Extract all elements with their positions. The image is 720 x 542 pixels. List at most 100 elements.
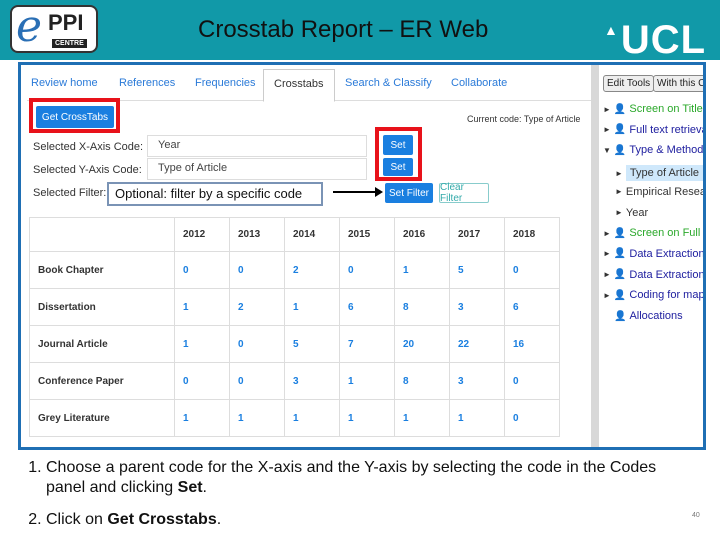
- cell-count[interactable]: 2: [284, 251, 340, 289]
- cell-count[interactable]: 8: [394, 288, 450, 326]
- table-row: Book Chapter 0 0 2 0 1 5 0: [29, 251, 560, 289]
- set-filter-button[interactable]: Set Filter: [385, 183, 433, 203]
- caret-right-icon[interactable]: ►: [603, 125, 611, 134]
- cell-count[interactable]: 0: [229, 362, 285, 400]
- code-item[interactable]: 👤 Allocations: [603, 310, 683, 322]
- code-item[interactable]: ► 👤 Screen on Title &: [603, 103, 706, 115]
- caret-right-icon[interactable]: ►: [603, 270, 611, 279]
- code-label: Type of Article: [625, 165, 703, 182]
- tab-collaborate[interactable]: Collaborate: [451, 77, 507, 89]
- ucl-logo: ▲UCL: [604, 18, 707, 62]
- caret-right-icon[interactable]: ►: [603, 249, 611, 258]
- cell-count[interactable]: 7: [339, 325, 395, 363]
- code-item[interactable]: ▼ 👤 Type & Method: [603, 144, 703, 156]
- row-label: Conference Paper: [29, 362, 175, 400]
- cell-count[interactable]: 1: [394, 251, 450, 289]
- tab-review-home[interactable]: Review home: [31, 77, 98, 89]
- get-crosstabs-button[interactable]: Get CrossTabs: [36, 106, 114, 128]
- cell-count[interactable]: 3: [284, 362, 340, 400]
- x-axis-field[interactable]: Year: [147, 135, 367, 157]
- caret-right-icon[interactable]: ►: [603, 105, 611, 114]
- cell-count[interactable]: 0: [504, 251, 560, 289]
- set-x-axis-button[interactable]: Set: [383, 135, 413, 155]
- code-label: Year: [625, 206, 649, 219]
- column-header: 2016: [394, 217, 450, 252]
- person-icon: 👤: [613, 227, 627, 239]
- cell-count[interactable]: 0: [229, 325, 285, 363]
- code-label: Screen on Full Te: [629, 227, 703, 240]
- filter-callout: Optional: filter by a specific code: [107, 182, 323, 206]
- cell-count[interactable]: 1: [284, 399, 340, 437]
- code-item[interactable]: ► Type of Article: [615, 165, 703, 182]
- cell-count[interactable]: 20: [394, 325, 450, 363]
- cell-count[interactable]: 0: [174, 251, 230, 289]
- person-icon: 👤: [613, 269, 627, 281]
- cell-count[interactable]: 2: [229, 288, 285, 326]
- cell-count[interactable]: 3: [449, 288, 505, 326]
- clear-filter-button[interactable]: Clear Filter: [439, 182, 489, 204]
- code-item[interactable]: ►👤Screen on Full Te: [603, 227, 703, 240]
- cell-count[interactable]: 0: [504, 362, 560, 400]
- tab-references[interactable]: References: [119, 77, 175, 89]
- code-item[interactable]: ► Year: [615, 207, 648, 219]
- filter-label: Selected Filter:: [33, 187, 107, 199]
- cell-count[interactable]: 16: [504, 325, 560, 363]
- code-label: Empirical Resear: [625, 185, 706, 198]
- table-header-row: 2012 2013 2014 2015 2016 2017 2018: [29, 217, 560, 252]
- cell-count[interactable]: 1: [174, 325, 230, 363]
- caret-right-icon[interactable]: ►: [615, 187, 623, 196]
- caret-right-icon[interactable]: ►: [615, 208, 623, 217]
- cell-count[interactable]: 22: [449, 325, 505, 363]
- caret-down-icon[interactable]: ▼: [603, 146, 611, 155]
- code-label: Allocations: [629, 310, 683, 322]
- cell-count[interactable]: 1: [339, 399, 395, 437]
- person-icon: 👤: [613, 248, 627, 260]
- cell-count[interactable]: 1: [229, 399, 285, 437]
- edit-tools-button[interactable]: Edit Tools: [603, 75, 655, 92]
- cell-count[interactable]: 6: [339, 288, 395, 326]
- x-axis-label: Selected X-Axis Code:: [33, 141, 144, 153]
- person-icon: 👤: [614, 310, 627, 322]
- cell-count[interactable]: 1: [339, 362, 395, 400]
- row-label: Journal Article: [29, 325, 175, 363]
- code-label: Full text retrieval: [629, 123, 706, 136]
- cell-count[interactable]: 1: [284, 288, 340, 326]
- cell-count[interactable]: 0: [229, 251, 285, 289]
- slide-title: Crosstab Report – ER Web: [198, 16, 489, 43]
- with-this-code-button[interactable]: With this C: [653, 75, 703, 92]
- tab-search-classify[interactable]: Search & Classify: [345, 77, 432, 89]
- cell-count[interactable]: 0: [174, 362, 230, 400]
- cell-count[interactable]: 1: [449, 399, 505, 437]
- set-y-axis-button[interactable]: Set: [383, 158, 413, 176]
- code-label: Type & Method: [629, 144, 704, 157]
- tab-frequencies[interactable]: Frequencies: [195, 77, 256, 89]
- cell-count[interactable]: 5: [449, 251, 505, 289]
- cell-count[interactable]: 3: [449, 362, 505, 400]
- code-item[interactable]: ► 👤 Data Extraction c: [603, 269, 703, 281]
- table-row: Grey Literature 1 1 1 1 1 1 0: [29, 399, 560, 437]
- codes-panel: Edit Tools With this C ► 👤 Screen on Title…: [599, 65, 706, 447]
- cell-count[interactable]: 0: [339, 251, 395, 289]
- cell-count[interactable]: 1: [174, 288, 230, 326]
- code-item[interactable]: ► 👤 Full text retrieval: [603, 123, 706, 136]
- caret-right-icon[interactable]: ►: [615, 169, 623, 178]
- cell-count[interactable]: 6: [504, 288, 560, 326]
- y-axis-field[interactable]: Type of Article: [147, 158, 367, 180]
- cell-count[interactable]: 0: [504, 399, 560, 437]
- scrollbar[interactable]: [591, 65, 599, 447]
- cell-count[interactable]: 8: [394, 362, 450, 400]
- caret-right-icon[interactable]: ►: [603, 291, 611, 300]
- column-header: 2012: [174, 217, 230, 252]
- cell-count[interactable]: 5: [284, 325, 340, 363]
- column-header: 2013: [229, 217, 285, 252]
- code-item[interactable]: ► 👤 Coding for map: [603, 289, 703, 301]
- cell-count[interactable]: 1: [394, 399, 450, 437]
- code-item[interactable]: ► Empirical Resear: [615, 185, 706, 198]
- instruction-step-2: Click on Get Crosstabs.: [46, 510, 668, 530]
- code-item[interactable]: ► 👤 Data Extraction: [603, 248, 703, 260]
- cell-count[interactable]: 1: [174, 399, 230, 437]
- current-code-label: Current code: Type of Article: [467, 114, 581, 124]
- caret-right-icon[interactable]: ►: [603, 229, 611, 238]
- code-label: Screen on Title &: [629, 103, 706, 115]
- tab-crosstabs[interactable]: Crosstabs: [263, 69, 335, 102]
